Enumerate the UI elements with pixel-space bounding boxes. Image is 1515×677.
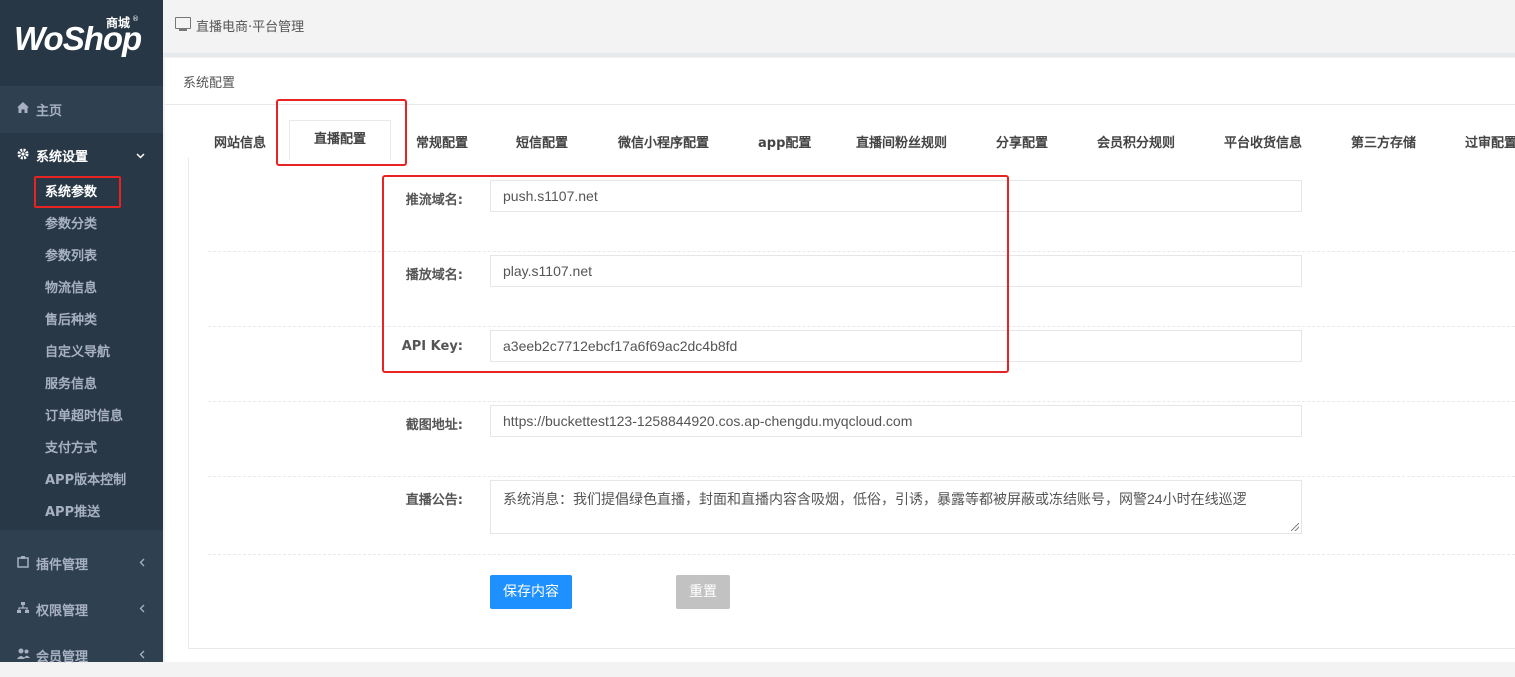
tab-review-config[interactable]: 过审配置: [1465, 132, 1515, 151]
tab-general-config[interactable]: 常规配置: [416, 132, 468, 151]
sidebar-subitem-app-version[interactable]: APP版本控制: [45, 471, 126, 491]
home-icon: [0, 102, 35, 116]
tab-site-info[interactable]: 网站信息: [214, 132, 266, 151]
breadcrumb[interactable]: 直播电商·平台管理: [196, 16, 304, 35]
form-row-notice: 直播公告: 系统消息：我们提倡绿色直播，封面和直播内容含吸烟，低俗，引诱，暴露等…: [208, 476, 1515, 555]
sidebar-subitem-custom-nav[interactable]: 自定义导航: [45, 343, 110, 363]
tab-wechat-miniprogram[interactable]: 微信小程序配置: [618, 132, 709, 151]
screenshot-url-input[interactable]: https://buckettest123-1258844920.cos.ap-…: [490, 405, 1302, 437]
chevron-left-icon: [139, 557, 145, 570]
tab-platform-shipping[interactable]: 平台收货信息: [1224, 132, 1302, 151]
resize-handle[interactable]: [1291, 523, 1299, 531]
monitor-icon: [175, 17, 191, 31]
sidebar-subitem-aftersale-types[interactable]: 售后种类: [45, 311, 97, 331]
page-title: 系统配置: [183, 76, 236, 91]
sitemap-icon: [0, 601, 35, 617]
content-panel: 系统配置 网站信息 直播配置 常规配置 短信配置 微信小程序配置 app配置 直…: [165, 58, 1515, 662]
tab-share-config[interactable]: 分享配置: [996, 132, 1048, 151]
highlight-box-fields: [382, 175, 1009, 373]
tab-points-rules[interactable]: 会员积分规则: [1097, 132, 1175, 151]
sidebar-item-permissions[interactable]: 权限管理: [0, 587, 163, 631]
highlight-box-tab: [276, 99, 407, 166]
chevron-down-icon: [136, 149, 145, 162]
plugin-icon: [0, 555, 35, 571]
screenshot-url-label: 截图地址:: [405, 418, 463, 433]
sidebar-item-label: 主页: [36, 103, 63, 119]
notice-text: 系统消息：我们提倡绿色直播，封面和直播内容含吸烟，低俗，引诱，暴露等都被屏蔽或冻…: [503, 491, 1247, 507]
sidebar-item-home[interactable]: 主页: [0, 87, 163, 131]
chevron-left-icon: [139, 603, 145, 616]
gear-icon: [0, 148, 35, 163]
users-icon: [0, 648, 35, 662]
highlight-box-sidebar: [34, 176, 121, 208]
sidebar-item-members[interactable]: 会员管理: [0, 633, 163, 677]
tab-fan-rules[interactable]: 直播间粉丝规则: [856, 132, 947, 151]
save-button[interactable]: 保存内容: [490, 575, 572, 609]
sidebar-item-plugins[interactable]: 插件管理: [0, 541, 163, 585]
sidebar-item-label: 系统设置: [36, 149, 89, 165]
sidebar-item-label: 插件管理: [36, 557, 89, 573]
top-bar: 直播电商·平台管理: [163, 0, 1515, 57]
form-row-screenshot-url: 截图地址: https://buckettest123-1258844920.c…: [208, 401, 1515, 477]
sidebar-item-system-settings[interactable]: 系统设置: [0, 133, 163, 177]
chevron-left-icon: [139, 649, 145, 662]
sidebar: WoShop 商城 ® 主页 系统设置 系统参数 参数分类 参数列表 物流信息 …: [0, 0, 163, 665]
notice-textarea[interactable]: 系统消息：我们提倡绿色直播，封面和直播内容含吸烟，低俗，引诱，暴露等都被屏蔽或冻…: [490, 480, 1302, 534]
tab-app-config[interactable]: app配置: [758, 132, 811, 151]
logo[interactable]: WoShop 商城 ®: [0, 0, 163, 86]
sidebar-subitem-param-list[interactable]: 参数列表: [45, 247, 97, 267]
logo-badge: 商城: [106, 16, 131, 30]
tab-third-party-storage[interactable]: 第三方存储: [1351, 132, 1416, 151]
logo-registered-mark: ®: [132, 15, 139, 23]
reset-button[interactable]: 重置: [676, 575, 730, 609]
sidebar-subitem-logistics[interactable]: 物流信息: [45, 279, 97, 299]
sidebar-subitem-service-info[interactable]: 服务信息: [45, 375, 97, 395]
sidebar-subitem-payment-methods[interactable]: 支付方式: [45, 439, 97, 459]
sidebar-subitem-app-push[interactable]: APP推送: [45, 503, 100, 523]
sidebar-item-label: 权限管理: [36, 603, 89, 619]
sidebar-subitem-param-category[interactable]: 参数分类: [45, 215, 97, 235]
notice-label: 直播公告:: [405, 493, 463, 508]
sidebar-subitem-order-timeout[interactable]: 订单超时信息: [45, 407, 123, 427]
tab-sms-config[interactable]: 短信配置: [516, 132, 568, 151]
